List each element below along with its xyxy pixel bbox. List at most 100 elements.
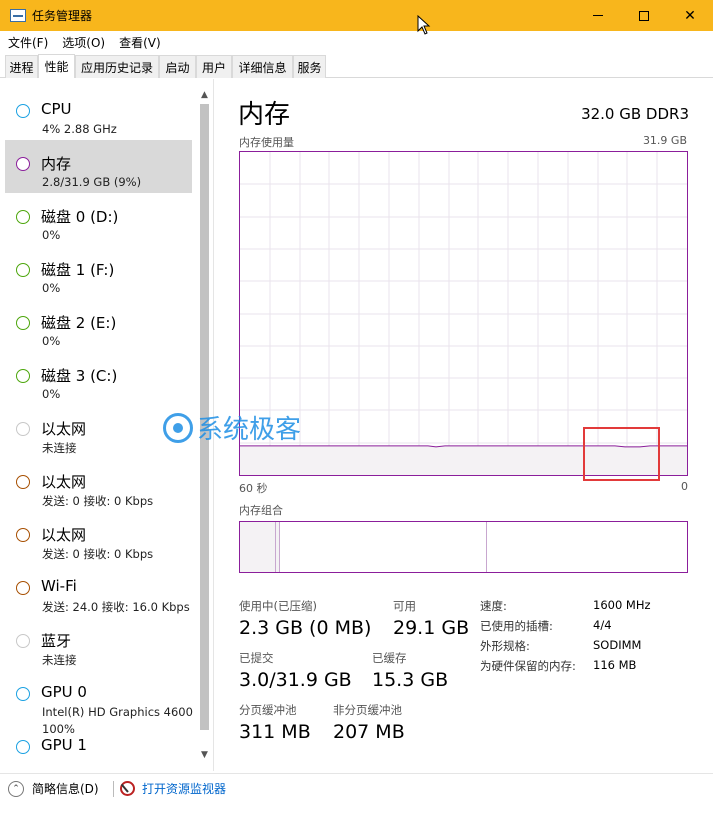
sidebar-item[interactable]: CPU 4% 2.88 GHz xyxy=(5,87,192,140)
resource-indicator-icon xyxy=(16,316,30,330)
maximize-icon xyxy=(639,10,649,21)
tab-users[interactable]: 用户 xyxy=(196,55,232,78)
cached-value: 15.3 GB xyxy=(372,669,449,691)
resource-indicator-icon xyxy=(16,210,30,224)
fewer-details-button[interactable]: ⌃ 简略信息(D) xyxy=(8,780,99,797)
slots-label: 已使用的插槽: xyxy=(480,619,553,633)
footer-separator xyxy=(113,781,114,797)
sidebar-item-title: 以太网 xyxy=(41,526,87,544)
sidebar-item[interactable]: 以太网 发送: 0 接收: 0 Kbps xyxy=(5,458,192,511)
form-factor-label: 外形规格: xyxy=(480,639,530,653)
sidebar-item-subtitle: Intel(R) HD Graphics 4600 xyxy=(42,705,193,719)
minimize-icon xyxy=(593,15,603,16)
sidebar-item-title: GPU 1 xyxy=(41,736,87,754)
sidebar-item-subtitle: 发送: 0 接收: 0 Kbps xyxy=(42,494,154,508)
graph-time-right: 0 xyxy=(681,480,688,493)
sidebar-item-title: GPU 0 xyxy=(41,683,87,701)
watermark: 系统极客 xyxy=(163,409,301,446)
sidebar-item-subtitle: 4% 2.88 GHz xyxy=(42,122,117,136)
resource-indicator-icon xyxy=(16,528,30,542)
sidebar-item[interactable]: 内存 2.8/31.9 GB (9%) xyxy=(5,140,192,193)
composition-label: 内存组合 xyxy=(239,504,283,517)
window-title: 任务管理器 xyxy=(32,9,93,23)
tab-bar: 进程 性能 应用历史记录 启动 用户 详细信息 服务 xyxy=(0,54,713,78)
title-bar: 任务管理器 ✕ xyxy=(0,0,713,31)
close-icon: ✕ xyxy=(684,7,696,24)
sidebar-item[interactable]: 磁盘 1 (F:) 0% xyxy=(5,246,192,299)
sidebar-item-title: Wi-Fi xyxy=(41,577,77,595)
sidebar-item-title: 以太网 xyxy=(41,420,87,438)
menu-bar: 文件(F) 选项(O) 查看(V) xyxy=(0,31,713,53)
form-factor-value: SODIMM xyxy=(593,638,642,652)
resource-indicator-icon xyxy=(16,369,30,383)
graph-time-left: 60 秒 xyxy=(239,482,268,495)
sidebar-item[interactable]: Wi-Fi 发送: 24.0 接收: 16.0 Kbps xyxy=(5,564,192,617)
resource-indicator-icon xyxy=(16,634,30,648)
scroll-down-icon[interactable]: ▼ xyxy=(201,750,209,760)
resource-indicator-icon xyxy=(16,581,30,595)
composition-in-use xyxy=(240,522,276,572)
resource-indicator-icon xyxy=(16,422,30,436)
hardware-reserved-label: 为硬件保留的内存: xyxy=(480,659,576,673)
tab-services[interactable]: 服务 xyxy=(293,55,326,78)
open-resource-monitor-link[interactable]: 打开资源监视器 xyxy=(120,780,226,797)
tab-app-history[interactable]: 应用历史记录 xyxy=(75,55,159,78)
sidebar-item[interactable]: 以太网发送: 0 接收: 0 Kbps xyxy=(5,511,192,564)
sidebar-item-subtitle: 发送: 0 接收: 0 Kbps xyxy=(42,547,154,561)
in-use-value: 2.3 GB (0 MB) xyxy=(239,617,372,639)
open-resource-monitor-label: 打开资源监视器 xyxy=(142,782,227,796)
usage-graph-label: 内存使用量 xyxy=(239,136,294,149)
maximize-button[interactable] xyxy=(621,0,667,31)
resource-indicator-icon xyxy=(16,157,30,171)
paged-pool-value: 311 MB xyxy=(239,721,311,743)
available-label: 可用 xyxy=(393,599,416,613)
sidebar-item-title: 内存 xyxy=(41,155,72,173)
sidebar-item-subtitle: 发送: 24.0 接收: 16.0 Kbps xyxy=(42,600,190,614)
resource-monitor-icon xyxy=(120,781,135,796)
sidebar-item-subtitle: 0% xyxy=(42,334,61,348)
hardware-reserved-value: 116 MB xyxy=(593,658,637,672)
speed-value: 1600 MHz xyxy=(593,598,651,612)
sidebar-item[interactable]: 蓝牙 未连接 xyxy=(5,617,192,670)
sidebar-item-subtitle: 未连接 xyxy=(42,441,77,455)
nonpaged-pool-value: 207 MB xyxy=(333,721,405,743)
cached-label: 已缓存 xyxy=(372,651,407,665)
resource-indicator-icon xyxy=(16,104,30,118)
tab-details[interactable]: 详细信息 xyxy=(232,55,293,78)
sidebar-item-subtitle: 未连接 xyxy=(42,653,77,667)
speed-label: 速度: xyxy=(480,599,507,613)
minimize-button[interactable] xyxy=(575,0,621,31)
available-value: 29.1 GB xyxy=(393,617,470,639)
menu-view[interactable]: 查看(V) xyxy=(119,34,161,51)
resource-indicator-icon xyxy=(16,263,30,277)
sidebar-item-subtitle: 2.8/31.9 GB (9%) xyxy=(42,175,142,189)
sidebar-item-title: CPU xyxy=(41,100,72,118)
sidebar-item[interactable]: 磁盘 0 (D:) 0% xyxy=(5,193,192,246)
menu-options[interactable]: 选项(O) xyxy=(62,34,105,51)
tab-performance[interactable]: 性能 xyxy=(38,54,75,78)
memory-composition-bar xyxy=(239,521,688,573)
scroll-up-icon[interactable]: ▲ xyxy=(201,90,209,100)
watermark-logo-icon xyxy=(163,412,193,443)
menu-file[interactable]: 文件(F) xyxy=(8,34,48,51)
sidebar-item[interactable]: GPU 0 Intel(R) HD Graphics 4600 100% xyxy=(5,670,193,736)
resource-indicator-icon xyxy=(16,740,30,754)
tab-processes[interactable]: 进程 xyxy=(5,55,38,78)
composition-standby xyxy=(280,522,487,572)
tab-startup[interactable]: 启动 xyxy=(159,55,196,78)
sidebar-item-title: 磁盘 2 (E:) xyxy=(41,314,117,332)
sidebar-item-title: 蓝牙 xyxy=(41,632,72,650)
sidebar-item[interactable]: 磁盘 3 (C:) 0% xyxy=(5,352,192,405)
chevron-up-icon: ⌃ xyxy=(8,780,24,797)
sidebar-item[interactable]: 磁盘 2 (E:) 0% xyxy=(5,299,192,352)
sidebar-item-title: 磁盘 1 (F:) xyxy=(41,261,115,279)
usage-graph-max: 31.9 GB xyxy=(642,134,687,147)
sidebar-item[interactable]: GPU 1 xyxy=(5,723,192,771)
close-button[interactable]: ✕ xyxy=(667,0,713,31)
slots-value: 4/4 xyxy=(593,618,612,632)
sidebar-item-subtitle: 0% xyxy=(42,387,61,401)
nonpaged-pool-label: 非分页缓冲池 xyxy=(333,703,402,717)
sidebar-item-subtitle: 0% xyxy=(42,281,61,295)
page-title: 内存 xyxy=(238,100,291,130)
in-use-label: 使用中(已压缩) xyxy=(239,599,317,613)
